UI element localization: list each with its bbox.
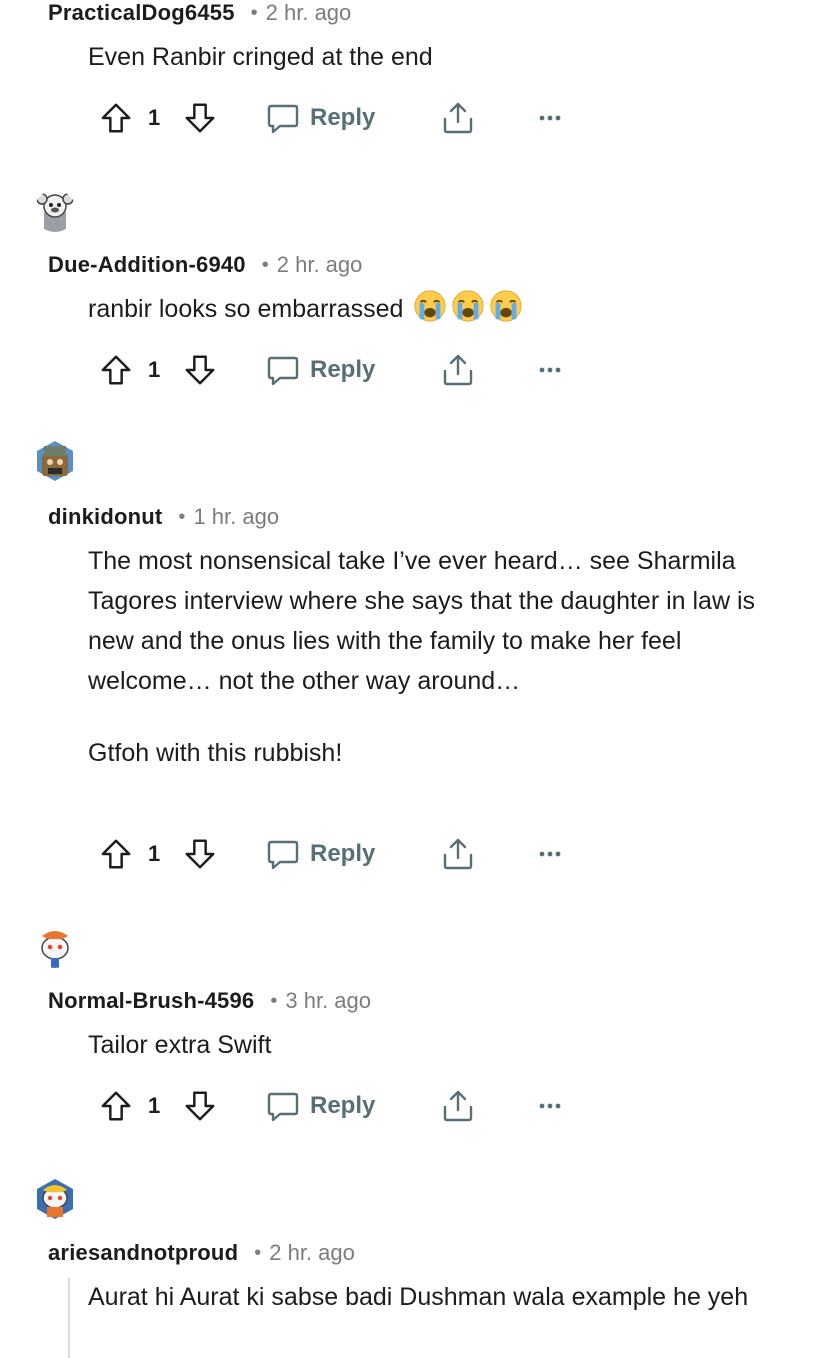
comment-body: ranbir looks so embarrassed — [88, 289, 788, 329]
snoo-avatar-icon — [34, 926, 76, 968]
upvote-button[interactable] — [98, 1086, 134, 1126]
comment-text: ranbir looks so embarrassed — [88, 295, 404, 323]
snoo-avatar-icon — [37, 1179, 73, 1219]
comment-meta: Normal-Brush-4596 • 3 hr. ago — [48, 986, 371, 1016]
vote-score: 1 — [148, 1093, 161, 1118]
comment-paragraph: ranbir looks so embarrassed — [88, 289, 788, 329]
downvote-button[interactable] — [182, 98, 218, 138]
share-upload-icon — [440, 1088, 476, 1124]
comment-body: Even Ranbir cringed at the end — [88, 37, 788, 77]
share-button[interactable] — [438, 350, 478, 390]
upvote-button[interactable] — [98, 350, 134, 390]
downvote-button[interactable] — [182, 350, 218, 390]
ellipsis-icon — [538, 114, 562, 122]
snoo-avatar-icon — [37, 441, 73, 481]
arrow-down-outline-icon — [183, 1089, 217, 1123]
emoji-group — [403, 295, 523, 323]
loudly-crying-face-icon — [489, 289, 523, 323]
comment-paragraph: Aurat hi Aurat ki sabse badi Dushman wal… — [88, 1283, 749, 1311]
arrow-down-outline-icon — [183, 101, 217, 135]
comment-actions: 1 Reply — [98, 1086, 578, 1126]
share-upload-icon — [440, 100, 476, 136]
comment-body: Tailor extra Swift — [88, 1025, 788, 1065]
ellipsis-icon — [538, 366, 562, 374]
downvote-button[interactable] — [182, 1086, 218, 1126]
comment-paragraph: Gtfoh with this rubbish! — [88, 739, 343, 767]
share-button[interactable] — [438, 1086, 478, 1126]
share-upload-icon — [440, 836, 476, 872]
more-options-button[interactable] — [534, 834, 566, 874]
ellipsis-icon — [538, 1102, 562, 1110]
reply-label: Reply — [310, 840, 376, 867]
reply-label: Reply — [310, 104, 376, 131]
upvote-button[interactable] — [98, 834, 134, 874]
separator-dot: • — [254, 1241, 262, 1264]
avatar[interactable] — [34, 440, 76, 482]
comment-actions: 1 Reply — [98, 834, 578, 874]
avatar[interactable] — [34, 1178, 76, 1220]
comment-actions: 1 Reply — [98, 98, 578, 138]
share-button[interactable] — [438, 834, 478, 874]
loudly-crying-face-icon — [451, 289, 485, 323]
comment-meta: PracticalDog6455 • 2 hr. ago — [48, 0, 351, 28]
comment-paragraph: The most nonsensical take I’ve ever hear… — [88, 547, 756, 695]
downvote-button[interactable] — [182, 834, 218, 874]
vote-score: 1 — [148, 105, 161, 130]
speech-bubble-icon — [266, 1089, 300, 1123]
reply-label: Reply — [310, 356, 376, 383]
username[interactable]: dinkidonut — [48, 504, 162, 530]
username[interactable]: Due-Addition-6940 — [48, 252, 246, 278]
share-button[interactable] — [438, 98, 478, 138]
timestamp: 2 hr. ago — [269, 1240, 355, 1265]
vote-score: 1 — [148, 357, 161, 382]
speech-bubble-icon — [266, 837, 300, 871]
arrow-down-outline-icon — [183, 837, 217, 871]
loudly-crying-face-icon — [413, 289, 447, 323]
comment-meta: Due-Addition-6940 • 2 hr. ago — [48, 250, 362, 280]
reply-label: Reply — [310, 1092, 376, 1119]
timestamp: 2 hr. ago — [276, 252, 363, 277]
comment-actions: 1 Reply — [98, 350, 578, 390]
separator-dot: • — [270, 989, 278, 1012]
upvote-button[interactable] — [98, 98, 134, 138]
speech-bubble-icon — [266, 101, 300, 135]
snoo-avatar-icon — [34, 190, 76, 232]
username[interactable]: ariesandnotproud — [48, 1240, 238, 1266]
comment-paragraph: Tailor extra Swift — [88, 1031, 272, 1059]
arrow-up-outline-icon — [99, 101, 133, 135]
username[interactable]: PracticalDog6455 — [48, 0, 235, 26]
comment-body: The most nonsensical take I’ve ever hear… — [88, 541, 768, 773]
comment-meta: dinkidonut • 1 hr. ago — [48, 502, 279, 532]
thread-line[interactable] — [68, 1278, 70, 1358]
reply-button[interactable]: Reply — [266, 350, 375, 390]
avatar[interactable] — [34, 190, 76, 232]
share-upload-icon — [440, 352, 476, 388]
more-options-button[interactable] — [534, 1086, 566, 1126]
avatar[interactable] — [34, 926, 76, 968]
separator-dot: • — [250, 1, 258, 24]
reply-button[interactable]: Reply — [266, 834, 375, 874]
arrow-up-outline-icon — [99, 353, 133, 387]
separator-dot: • — [178, 505, 186, 528]
comment-body: Aurat hi Aurat ki sabse badi Dushman wal… — [88, 1277, 768, 1317]
comment-paragraph: Even Ranbir cringed at the end — [88, 43, 433, 71]
reply-button[interactable]: Reply — [266, 98, 375, 138]
more-options-button[interactable] — [534, 98, 566, 138]
username[interactable]: Normal-Brush-4596 — [48, 988, 254, 1014]
separator-dot: • — [261, 253, 269, 276]
timestamp: 2 hr. ago — [265, 0, 352, 25]
vote-score: 1 — [148, 841, 161, 866]
timestamp: 1 hr. ago — [193, 504, 280, 529]
reply-button[interactable]: Reply — [266, 1086, 375, 1126]
arrow-up-outline-icon — [99, 1089, 133, 1123]
speech-bubble-icon — [266, 353, 300, 387]
more-options-button[interactable] — [534, 350, 566, 390]
arrow-down-outline-icon — [183, 353, 217, 387]
arrow-up-outline-icon — [99, 837, 133, 871]
ellipsis-icon — [538, 850, 562, 858]
timestamp: 3 hr. ago — [285, 988, 372, 1013]
comment-meta: ariesandnotproud • 2 hr. ago — [48, 1238, 355, 1268]
